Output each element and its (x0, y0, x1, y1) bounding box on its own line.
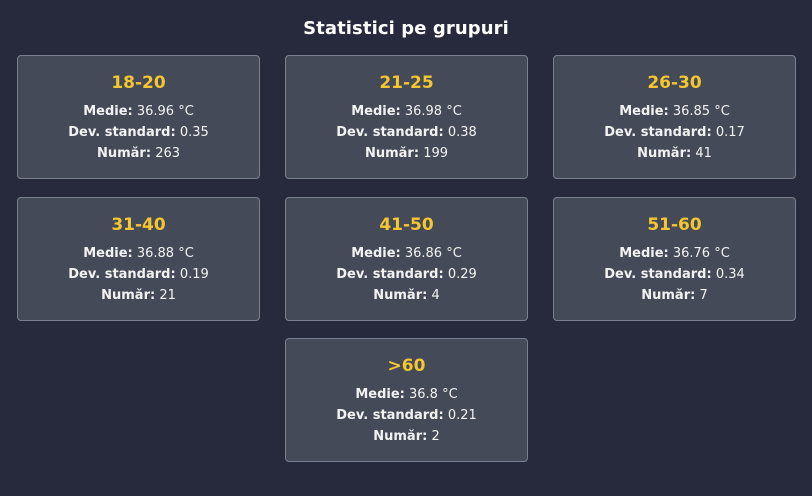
std-line: Dev. standard: 0.35 (18, 122, 259, 143)
group-stats: Medie: 36.76 °C Dev. standard: 0.34 Numă… (554, 243, 795, 306)
mean-value: 36.76 °C (672, 246, 730, 261)
group-card-18-20: 18-20 Medie: 36.96 °C Dev. standard: 0.3… (17, 55, 260, 179)
count-line: Număr: 21 (18, 285, 259, 306)
page-title: Statistici pe grupuri (303, 18, 509, 39)
count-line: Număr: 263 (18, 143, 259, 164)
std-line: Dev. standard: 0.21 (286, 405, 527, 426)
count-label: Număr: (364, 146, 420, 161)
std-value: 0.17 (715, 125, 745, 140)
std-value: 0.35 (179, 125, 209, 140)
mean-line: Medie: 36.98 °C (286, 101, 527, 122)
std-label: Dev. standard: (604, 125, 712, 140)
mean-line: Medie: 36.88 °C (18, 243, 259, 264)
std-value: 0.38 (447, 125, 477, 140)
std-value: 0.21 (447, 408, 477, 423)
mean-label: Medie: (83, 246, 133, 261)
mean-value: 36.85 °C (672, 104, 730, 119)
group-range: 41-50 (379, 215, 434, 235)
std-label: Dev. standard: (336, 408, 444, 423)
mean-line: Medie: 36.86 °C (286, 243, 527, 264)
mean-value: 36.88 °C (136, 246, 194, 261)
group-range: 26-30 (647, 73, 702, 93)
std-line: Dev. standard: 0.38 (286, 122, 527, 143)
count-line: Număr: 41 (554, 143, 795, 164)
mean-value: 36.8 °C (409, 387, 458, 402)
mean-label: Medie: (619, 246, 669, 261)
mean-value: 36.86 °C (404, 246, 462, 261)
group-range: >60 (387, 356, 426, 376)
mean-label: Medie: (83, 104, 133, 119)
count-label: Număr: (637, 146, 692, 161)
count-line: Număr: 2 (286, 426, 527, 447)
mean-line: Medie: 36.8 °C (286, 384, 527, 405)
group-range: 21-25 (379, 73, 434, 93)
count-line: Număr: 4 (286, 285, 527, 306)
group-card-26-30: 26-30 Medie: 36.85 °C Dev. standard: 0.1… (553, 55, 796, 179)
stats-page: Statistici pe grupuri 18-20 Medie: 36.96… (0, 0, 812, 496)
count-label: Număr: (373, 429, 428, 444)
mean-line: Medie: 36.96 °C (18, 101, 259, 122)
count-value: 263 (155, 146, 181, 161)
mean-line: Medie: 36.76 °C (554, 243, 795, 264)
std-line: Dev. standard: 0.19 (18, 264, 259, 285)
std-value: 0.19 (179, 267, 209, 282)
group-card-21-25: 21-25 Medie: 36.98 °C Dev. standard: 0.3… (285, 55, 528, 179)
count-label: Număr: (96, 146, 152, 161)
std-line: Dev. standard: 0.29 (286, 264, 527, 285)
group-stats: Medie: 36.8 °C Dev. standard: 0.21 Număr… (286, 384, 527, 447)
group-card-31-40: 31-40 Medie: 36.88 °C Dev. standard: 0.1… (17, 197, 260, 321)
group-stats: Medie: 36.98 °C Dev. standard: 0.38 Numă… (286, 101, 527, 164)
std-line: Dev. standard: 0.34 (554, 264, 795, 285)
count-value: 199 (423, 146, 449, 161)
count-line: Număr: 7 (554, 285, 795, 306)
std-value: 0.34 (715, 267, 745, 282)
std-value: 0.29 (447, 267, 477, 282)
count-value: 7 (699, 288, 708, 303)
count-value: 4 (431, 288, 440, 303)
count-value: 2 (431, 429, 440, 444)
group-stats: Medie: 36.85 °C Dev. standard: 0.17 Numă… (554, 101, 795, 164)
group-stats: Medie: 36.88 °C Dev. standard: 0.19 Numă… (18, 243, 259, 306)
count-label: Număr: (641, 288, 696, 303)
mean-label: Medie: (619, 104, 669, 119)
mean-value: 36.98 °C (404, 104, 462, 119)
group-stats: Medie: 36.96 °C Dev. standard: 0.35 Numă… (18, 101, 259, 164)
count-label: Număr: (101, 288, 156, 303)
mean-value: 36.96 °C (136, 104, 194, 119)
std-label: Dev. standard: (336, 267, 444, 282)
count-value: 41 (695, 146, 712, 161)
group-range: 18-20 (111, 73, 166, 93)
group-stats: Medie: 36.86 °C Dev. standard: 0.29 Numă… (286, 243, 527, 306)
count-value: 21 (159, 288, 176, 303)
std-line: Dev. standard: 0.17 (554, 122, 795, 143)
group-card-51-60: 51-60 Medie: 36.76 °C Dev. standard: 0.3… (553, 197, 796, 321)
std-label: Dev. standard: (68, 125, 176, 140)
group-range: 31-40 (111, 215, 166, 235)
group-range: 51-60 (647, 215, 702, 235)
group-card-41-50: 41-50 Medie: 36.86 °C Dev. standard: 0.2… (285, 197, 528, 321)
mean-label: Medie: (355, 387, 405, 402)
mean-line: Medie: 36.85 °C (554, 101, 795, 122)
group-card-over-60: >60 Medie: 36.8 °C Dev. standard: 0.21 N… (285, 338, 528, 462)
std-label: Dev. standard: (68, 267, 176, 282)
count-line: Număr: 199 (286, 143, 527, 164)
mean-label: Medie: (351, 104, 401, 119)
count-label: Număr: (373, 288, 428, 303)
std-label: Dev. standard: (336, 125, 444, 140)
std-label: Dev. standard: (604, 267, 712, 282)
mean-label: Medie: (351, 246, 401, 261)
